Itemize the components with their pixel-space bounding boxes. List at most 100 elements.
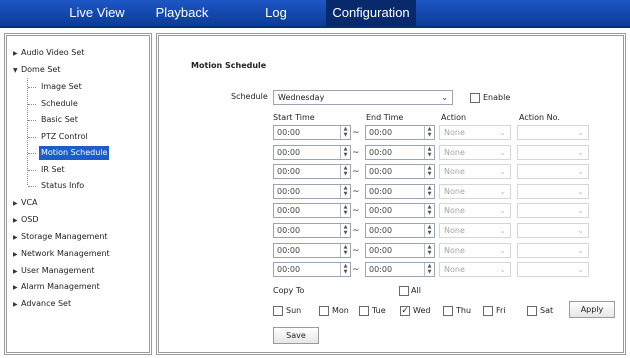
tab-configuration[interactable]: Configuration [326,0,416,26]
up-down-spinner-icon[interactable]: ▲ ▼ [340,263,350,276]
motion-schedule-panel: Motion Schedule Schedule Wednesday ⌄ Ena… [156,33,626,355]
day-checkbox-sat[interactable] [527,306,537,316]
end-time-input[interactable]: 00:00 ▲ ▼ [365,203,435,218]
schedule-day-select[interactable]: Wednesday ⌄ [273,90,453,105]
up-down-spinner-icon[interactable]: ▲ ▼ [340,126,350,139]
settings-sidebar: ▶ Audio Video Set ▼ Dome Set Image Set Sch… [4,33,152,355]
up-down-spinner-icon[interactable]: ▲ ▼ [340,204,350,217]
action-select[interactable]: None ⌄ [439,203,511,218]
start-time-input[interactable]: 00:00 ▲ ▼ [273,125,351,140]
action-no-select[interactable]: ⌄ [517,203,589,218]
up-down-spinner-icon[interactable]: ▲ ▼ [340,244,350,257]
sidebar-item-vca[interactable]: ▶ VCA [13,196,38,210]
sidebar-item-dome-set[interactable]: ▼ Dome Set [13,63,60,77]
sidebar-item-ir-set[interactable]: IR Set [39,163,67,177]
action-select[interactable]: None ⌄ [439,125,511,140]
sidebar-item-motion-schedule[interactable]: Motion Schedule [39,146,110,160]
start-time-input[interactable]: 00:00 ▲ ▼ [273,243,351,258]
action-select[interactable]: None ⌄ [439,164,511,179]
end-time-input[interactable]: 00:00 ▲ ▼ [365,262,435,277]
action-no-select[interactable]: ⌄ [517,243,589,258]
day-label-wed: Wed [413,306,431,315]
end-time-input[interactable]: 00:00 ▲ ▼ [365,164,435,179]
action-no-select[interactable]: ⌄ [517,184,589,199]
chevron-down-icon: ⌄ [499,167,506,176]
sidebar-item-audio-video-set[interactable]: ▶ Audio Video Set [13,46,84,60]
schedule-label: Schedule [231,92,268,101]
day-checkbox-thu[interactable] [443,306,453,316]
end-time-input[interactable]: 00:00 ▲ ▼ [365,243,435,258]
sidebar-item-schedule[interactable]: Schedule [39,97,80,111]
up-down-spinner-icon[interactable]: ▲ ▼ [340,185,350,198]
triangle-right-icon: ▶ [13,284,18,291]
chevron-down-icon: ⌄ [499,246,506,255]
start-time-input[interactable]: 00:00 ▲ ▼ [273,184,351,199]
sidebar-item-network-management[interactable]: ▶ Network Management [13,247,110,261]
day-checkbox-tue[interactable] [359,306,369,316]
action-no-select[interactable]: ⌄ [517,262,589,277]
up-down-spinner-icon[interactable]: ▲ ▼ [424,126,434,139]
sidebar-item-image-set[interactable]: Image Set [39,80,84,94]
action-no-select[interactable]: ⌄ [517,223,589,238]
tree-branch [28,120,36,121]
action-select[interactable]: None ⌄ [439,262,511,277]
action-select[interactable]: None ⌄ [439,184,511,199]
sidebar-item-basic-set[interactable]: Basic Set [39,113,80,127]
chevron-down-icon: ⌄ [577,187,584,196]
up-down-spinner-icon[interactable]: ▲ ▼ [424,146,434,159]
tab-live-view[interactable]: Live View [52,0,142,26]
sidebar-item-osd[interactable]: ▶ OSD [13,213,39,227]
apply-button[interactable]: Apply [569,301,615,318]
up-down-spinner-icon[interactable]: ▲ ▼ [424,224,434,237]
action-no-select[interactable]: ⌄ [517,164,589,179]
end-time-input[interactable]: 00:00 ▲ ▼ [365,145,435,160]
end-time-input[interactable]: 00:00 ▲ ▼ [365,125,435,140]
range-separator: ~ [352,148,360,158]
start-time-input[interactable]: 00:00 ▲ ▼ [273,164,351,179]
enable-label: Enable [483,93,511,102]
start-time-input[interactable]: 00:00 ▲ ▼ [273,223,351,238]
day-checkbox-fri[interactable] [483,306,493,316]
action-select[interactable]: None ⌄ [439,145,511,160]
start-time-input[interactable]: 00:00 ▲ ▼ [273,203,351,218]
triangle-right-icon: ▶ [13,200,18,207]
day-label-sat: Sat [540,306,554,315]
up-down-spinner-icon[interactable]: ▲ ▼ [424,244,434,257]
end-time-value: 00:00 [369,128,393,137]
up-down-spinner-icon[interactable]: ▲ ▼ [424,185,434,198]
action-select[interactable]: None ⌄ [439,223,511,238]
start-time-input[interactable]: 00:00 ▲ ▼ [273,262,351,277]
tab-log[interactable]: Log [236,0,316,26]
sidebar-item-storage-management[interactable]: ▶ Storage Management [13,230,108,244]
day-checkbox-sun[interactable] [273,306,283,316]
end-time-input[interactable]: 00:00 ▲ ▼ [365,223,435,238]
enable-checkbox[interactable] [470,93,480,103]
end-time-header: End Time [366,113,404,122]
action-value: None [444,167,465,176]
action-no-select[interactable]: ⌄ [517,145,589,160]
up-down-spinner-icon[interactable]: ▲ ▼ [424,263,434,276]
action-no-select[interactable]: ⌄ [517,125,589,140]
sidebar-item-advance-set[interactable]: ▶ Advance Set [13,297,71,311]
save-button[interactable]: Save [273,327,319,344]
start-time-input[interactable]: 00:00 ▲ ▼ [273,145,351,160]
sidebar-item-user-management[interactable]: ▶ User Management [13,264,94,278]
up-down-spinner-icon[interactable]: ▲ ▼ [424,204,434,217]
sidebar-item-status-info[interactable]: Status Info [39,179,86,193]
day-checkbox-wed[interactable]: ✓ [400,306,410,316]
sidebar-item-ptz-control[interactable]: PTZ Control [39,130,90,144]
up-down-spinner-icon[interactable]: ▲ ▼ [340,146,350,159]
up-down-spinner-icon[interactable]: ▲ ▼ [424,165,434,178]
day-checkbox-mon[interactable] [319,306,329,316]
all-checkbox[interactable] [399,286,409,296]
tree-branch [28,137,36,138]
sidebar-item-alarm-management[interactable]: ▶ Alarm Management [13,280,100,294]
up-down-spinner-icon[interactable]: ▲ ▼ [340,165,350,178]
action-select[interactable]: None ⌄ [439,243,511,258]
end-time-value: 00:00 [369,148,393,157]
end-time-input[interactable]: 00:00 ▲ ▼ [365,184,435,199]
up-down-spinner-icon[interactable]: ▲ ▼ [340,224,350,237]
chevron-down-icon: ⌄ [499,187,506,196]
action-value: None [444,226,465,235]
tab-playback[interactable]: Playback [142,0,222,26]
